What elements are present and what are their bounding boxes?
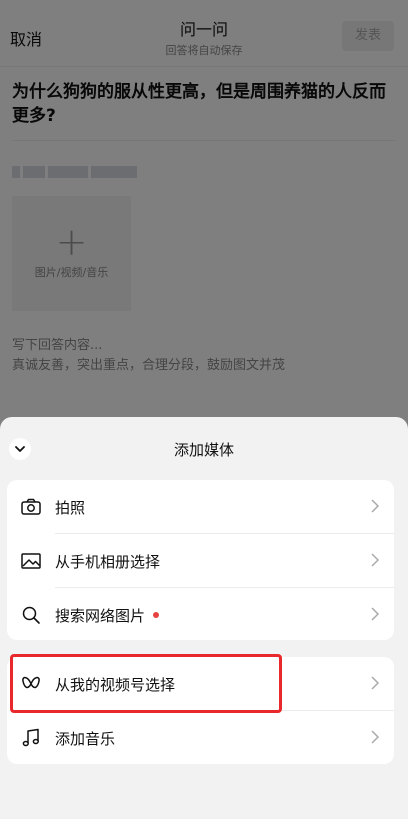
chevron-right-icon — [371, 553, 380, 567]
option-label: 添加音乐 — [55, 730, 116, 748]
chevron-right-icon — [371, 676, 380, 690]
camera-icon — [21, 498, 41, 515]
chevron-right-icon — [371, 730, 380, 744]
chevron-right-icon — [371, 499, 380, 513]
option-add-music[interactable]: 添加音乐 — [7, 711, 394, 764]
highlight-box — [10, 654, 282, 713]
chevron-right-icon — [371, 607, 380, 621]
new-badge-dot — [153, 611, 160, 618]
option-label-text: 搜索网络图片 — [55, 607, 146, 625]
option-label: 从手机相册选择 — [55, 553, 161, 571]
option-choose-from-album[interactable]: 从手机相册选择 — [7, 534, 394, 587]
image-icon — [21, 553, 41, 569]
sheet-header: 添加媒体 — [0, 417, 408, 479]
option-label: 拍照 — [55, 499, 86, 517]
option-take-photo[interactable]: 拍照 — [7, 480, 394, 533]
sheet-title: 添加媒体 — [173, 441, 234, 459]
search-icon — [22, 606, 40, 624]
add-media-sheet: 添加媒体 拍照 从手机相册选择 搜索网络图片 从我的视频号选择 添加音乐 — [0, 417, 408, 819]
music-note-icon — [22, 728, 39, 747]
option-search-web-images[interactable]: 搜索网络图片 — [7, 588, 394, 640]
media-options-card: 拍照 从手机相册选择 搜索网络图片 — [7, 480, 394, 640]
option-label: 搜索网络图片 — [55, 605, 160, 626]
